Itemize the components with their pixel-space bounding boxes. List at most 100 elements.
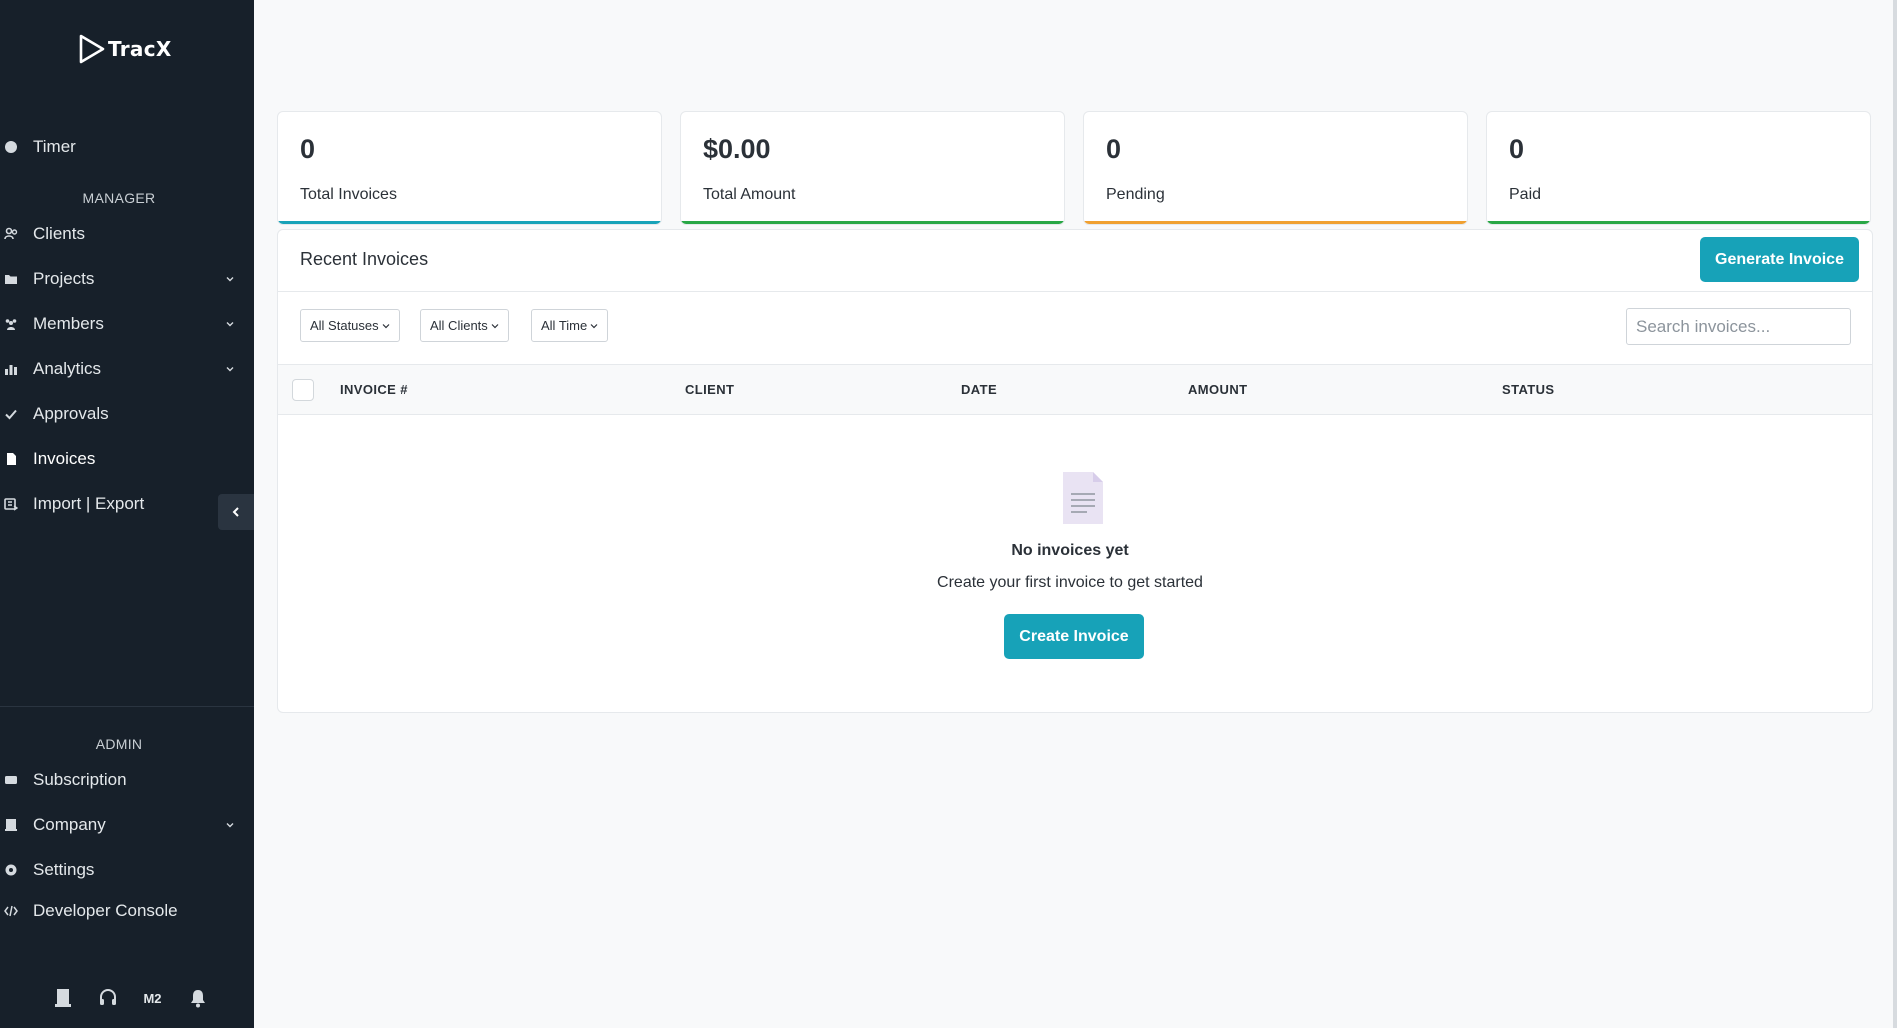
sidebar-item-approvals[interactable]: Approvals xyxy=(0,396,254,432)
collapse-sidebar-button[interactable] xyxy=(218,494,254,530)
stat-card-total-invoices: 0 Total Invoices xyxy=(277,111,662,225)
import-export-icon xyxy=(4,497,18,511)
stat-accent-bar xyxy=(278,221,661,224)
file-icon xyxy=(4,452,18,466)
sidebar-item-developer-console[interactable]: Developer Console xyxy=(0,893,254,929)
document-icon xyxy=(1063,472,1103,524)
column-header-client[interactable]: CLIENT xyxy=(685,382,734,397)
code-icon xyxy=(4,904,18,918)
chevron-down-icon xyxy=(226,823,234,828)
chart-icon xyxy=(4,362,18,376)
stat-card-paid: 0 Paid xyxy=(1486,111,1871,225)
notifications-button[interactable] xyxy=(175,985,220,1011)
table-header: INVOICE # CLIENT DATE AMOUNT STATUS xyxy=(278,365,1872,415)
support-button[interactable] xyxy=(85,985,130,1011)
stat-value: 0 xyxy=(300,134,316,164)
play-logo-icon xyxy=(79,34,105,64)
sidebar-item-clients[interactable]: Clients xyxy=(0,216,254,252)
stat-accent-bar xyxy=(1084,221,1467,224)
gear-icon xyxy=(4,863,18,877)
stat-label: Paid xyxy=(1509,186,1542,203)
company-footer-button[interactable] xyxy=(40,985,85,1011)
headset-icon xyxy=(99,989,116,1005)
sidebar-item-label: Settings xyxy=(33,860,95,879)
check-icon xyxy=(4,407,18,421)
stat-card-pending: 0 Pending xyxy=(1083,111,1468,225)
stat-value: $0.00 xyxy=(703,134,771,164)
column-header-amount[interactable]: AMOUNT xyxy=(1188,382,1247,397)
select-all-checkbox[interactable] xyxy=(292,379,314,401)
circle-icon xyxy=(4,140,18,154)
sidebar-item-members[interactable]: Members xyxy=(0,306,254,342)
stat-label: Total Amount xyxy=(703,186,796,203)
bell-icon xyxy=(190,990,205,1008)
sidebar-item-invoices[interactable]: Invoices xyxy=(0,441,254,477)
stat-card-total-amount: $0.00 Total Amount xyxy=(680,111,1065,225)
building-icon xyxy=(4,818,18,832)
sidebar-item-label: Developer Console xyxy=(33,901,178,920)
sidebar-item-company[interactable]: Company xyxy=(0,807,254,843)
stat-value: 0 xyxy=(1106,134,1122,164)
sidebar-footer: M2 xyxy=(40,985,220,1011)
panel-header: Recent Invoices Generate Invoice xyxy=(278,230,1872,292)
users-icon xyxy=(4,227,18,241)
empty-state-title: No invoices yet xyxy=(1011,542,1129,559)
sidebar-item-analytics[interactable]: Analytics xyxy=(0,351,254,387)
sidebar-item-label: Members xyxy=(33,314,104,333)
building-icon xyxy=(54,989,71,1007)
sidebar-item-timer[interactable]: Timer xyxy=(0,129,254,165)
sidebar-item-subscription[interactable]: Subscription xyxy=(0,762,254,798)
column-header-date[interactable]: DATE xyxy=(961,382,997,397)
manager-section-label: MANAGER xyxy=(82,190,156,206)
folder-icon xyxy=(4,272,18,286)
brand-name: TracX xyxy=(108,37,172,61)
client-filter-select[interactable]: All Clients xyxy=(420,309,509,342)
search-input[interactable] xyxy=(1626,308,1851,345)
stat-accent-bar xyxy=(1487,221,1870,224)
column-header-status[interactable]: STATUS xyxy=(1502,382,1554,397)
create-invoice-button[interactable]: Create Invoice xyxy=(1004,614,1144,659)
time-filter-select[interactable]: All Time xyxy=(531,309,609,342)
stat-label: Total Invoices xyxy=(300,186,397,203)
chevron-down-icon xyxy=(382,323,390,328)
chevron-down-icon xyxy=(226,277,234,282)
sidebar-divider xyxy=(0,706,254,707)
generate-invoice-button[interactable]: Generate Invoice xyxy=(1700,237,1859,282)
empty-state-subtitle: Create your first invoice to get started xyxy=(937,574,1203,591)
sidebar-item-label: Company xyxy=(33,815,106,834)
chevron-down-icon xyxy=(226,367,234,372)
chevron-left-icon xyxy=(232,507,239,517)
card-icon xyxy=(4,773,18,787)
time-filter-value: All Time xyxy=(541,318,588,333)
sidebar-item-label: Analytics xyxy=(33,359,102,378)
sidebar-item-label: Import | Export xyxy=(33,494,145,513)
sidebar-item-label: Subscription xyxy=(33,770,127,789)
empty-state: No invoices yet Create your first invoic… xyxy=(278,415,1872,712)
chevron-down-icon xyxy=(491,323,499,328)
chevron-down-icon xyxy=(590,323,598,328)
recent-invoices-panel: Recent Invoices Generate Invoice All Sta… xyxy=(277,229,1873,713)
sidebar-item-label: Projects xyxy=(33,269,95,288)
stat-value: 0 xyxy=(1509,134,1525,164)
user-avatar-button[interactable]: M2 xyxy=(130,985,175,1011)
chevron-down-icon xyxy=(226,322,234,327)
column-header-invoice[interactable]: INVOICE # xyxy=(340,382,408,397)
sidebar: TracX Timer MANAGER Clients Projects Mem… xyxy=(0,0,254,1028)
stat-accent-bar xyxy=(681,221,1064,224)
sidebar-item-label: Invoices xyxy=(33,449,96,468)
sidebar-item-label: Clients xyxy=(33,224,85,243)
sidebar-item-settings[interactable]: Settings xyxy=(0,852,254,888)
logo[interactable]: TracX xyxy=(78,34,172,64)
page-scrollbar[interactable] xyxy=(1893,0,1897,1028)
status-filter-value: All Statuses xyxy=(310,318,379,333)
status-filter-select[interactable]: All Statuses xyxy=(300,309,400,342)
filters-bar: All Statuses All Clients All Time xyxy=(278,292,1872,365)
client-filter-value: All Clients xyxy=(430,318,488,333)
panel-title: Recent Invoices xyxy=(300,249,429,269)
sidebar-item-label: Timer xyxy=(33,137,76,156)
sidebar-item-projects[interactable]: Projects xyxy=(0,261,254,297)
stat-label: Pending xyxy=(1106,186,1165,203)
sidebar-item-import-export[interactable]: Import | Export xyxy=(0,486,254,522)
admin-section-label: ADMIN xyxy=(95,736,143,752)
sidebar-item-label: Approvals xyxy=(33,404,109,423)
